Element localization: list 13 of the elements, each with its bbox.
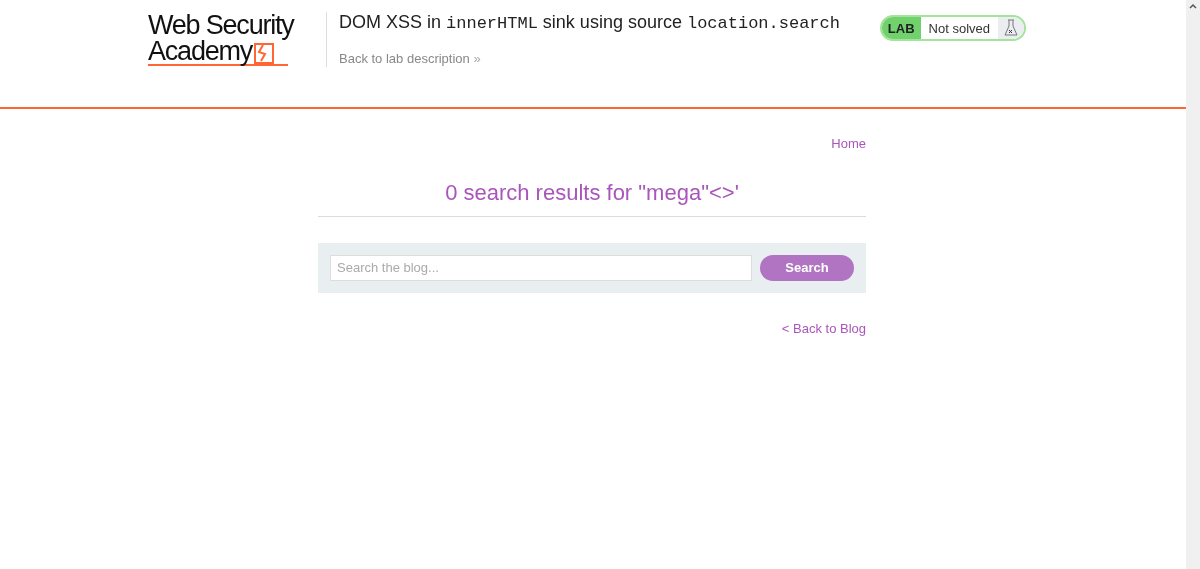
home-link[interactable]: Home bbox=[831, 136, 866, 151]
search-field[interactable]: Search the blog... bbox=[330, 254, 752, 281]
back-to-description-link[interactable]: Back to lab description » bbox=[339, 48, 481, 68]
logo-text: Web Security bbox=[148, 12, 296, 38]
flask-icon bbox=[1004, 19, 1018, 37]
scroll-up-icon[interactable] bbox=[1189, 3, 1197, 9]
lab-label: LAB bbox=[881, 17, 921, 39]
back-to-blog-link[interactable]: < Back to Blog bbox=[781, 320, 866, 336]
results-heading: 0 search results for "mega"<>' bbox=[318, 179, 866, 217]
scrollbar[interactable] bbox=[1186, 0, 1200, 569]
logo-text: Academy bbox=[148, 38, 253, 64]
lab-title: DOM XSS in innerHTML sink using source location.search bbox=[339, 11, 840, 35]
search-button[interactable]: Search bbox=[760, 254, 854, 281]
